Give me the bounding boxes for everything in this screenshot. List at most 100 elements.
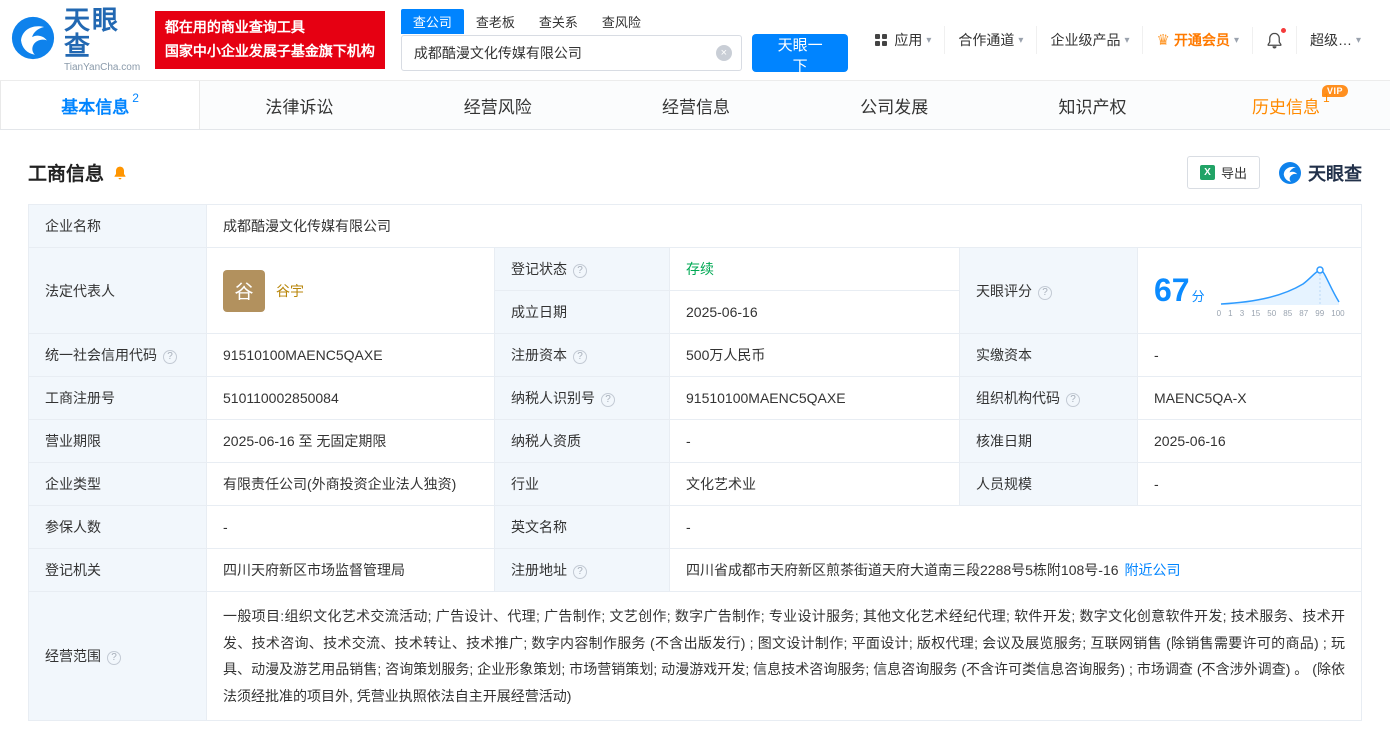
label-approval-date: 核准日期 [959, 419, 1138, 463]
main-content: 工商信息 X 导出 天眼查 企业名称 成都酷漫文化传媒有限公司 法定代表人 谷 … [0, 156, 1390, 745]
tab-legal-proceedings[interactable]: 法律诉讼 [200, 81, 398, 129]
search-tabs: 查公司 查老板 查关系 查风险 [400, 8, 849, 34]
label-industry: 行业 [494, 462, 670, 506]
nav-cooperation[interactable]: 合作通道 ▾ [944, 26, 1036, 54]
nav-super-vip-label: 超级… [1309, 32, 1352, 48]
notification-dot [1279, 26, 1287, 34]
info-icon[interactable]: ? [107, 651, 121, 666]
value-reg-status: 存续 [669, 247, 960, 291]
avatar[interactable]: 谷 [223, 269, 265, 312]
tab-basic-info[interactable]: 基本信息 2 [0, 81, 201, 129]
tianyancha-logo[interactable]: 天眼查 TianYanCha.com [10, 7, 141, 73]
nav-super-vip[interactable]: 超级… ▾ [1295, 26, 1374, 54]
label-insured-count: 参保人数 [28, 505, 207, 549]
label-taxpayer-quality: 纳税人资质 [494, 419, 670, 463]
tab-company-development[interactable]: 公司发展 [795, 81, 993, 129]
value-insured-count: - [206, 505, 495, 549]
info-icon[interactable]: ? [1038, 285, 1052, 300]
value-reg-capital: 500万人民币 [669, 333, 960, 377]
value-taxpayer-id: 91510100MAENC5QAXE [669, 376, 960, 420]
chevron-down-icon: ▾ [1233, 34, 1239, 46]
value-business-term: 2025-06-16 至 无固定期限 [206, 419, 495, 463]
slogan-line1: 都在用的商业查询工具 [164, 19, 305, 36]
brand-watermark-icon [1279, 161, 1301, 184]
info-icon[interactable]: ? [163, 350, 177, 364]
label-reg-status: 登记状态? [494, 247, 670, 291]
label-establish-date: 成立日期 [494, 290, 670, 334]
notification-bell[interactable] [1251, 26, 1296, 54]
value-org-code: MAENC5QA-X [1137, 376, 1362, 420]
tab-operating-info[interactable]: 经营信息 [597, 81, 795, 129]
reg-address-text: 四川省成都市天府新区煎茶街道天府大道南三段2288号5栋附108号-16 [686, 562, 1119, 578]
slogan-line2: 国家中小企业发展子基金旗下机构 [164, 43, 375, 59]
tab-operating-risk-label: 经营风险 [463, 97, 532, 117]
label-score: 天眼评分? [959, 247, 1138, 334]
label-english-name: 英文名称 [494, 505, 670, 549]
label-reg-authority: 登记机关 [28, 548, 207, 592]
value-establish-date: 2025-06-16 [669, 290, 960, 334]
nav-apps-label: 应用 [894, 32, 923, 48]
excel-icon: X [1199, 165, 1215, 180]
value-company-type: 有限责任公司(外商投资企业法人独资) [206, 462, 495, 506]
label-paid-capital: 实缴资本 [959, 333, 1138, 377]
legal-rep-link[interactable]: 谷宇 [276, 281, 304, 301]
logo-subtitle: TianYanCha.com [64, 62, 141, 73]
search-tab-company[interactable]: 查公司 [400, 8, 464, 34]
search-button[interactable]: 天眼一下 [751, 33, 849, 75]
value-staff-size: - [1137, 462, 1362, 506]
tab-operating-info-label: 经营信息 [661, 97, 730, 117]
value-english-name: - [669, 505, 1362, 549]
tianyancha-logo-icon [10, 15, 56, 66]
label-taxpayer-id: 纳税人识别号? [494, 376, 670, 420]
value-score: 67 分 0 1 3 15 50 85 87 99 100 [1137, 247, 1362, 334]
monitor-bell-icon[interactable] [112, 165, 128, 181]
score-number: 67 分 [1154, 272, 1205, 308]
clear-icon[interactable]: × [715, 44, 732, 61]
search-tab-risk[interactable]: 查风险 [590, 9, 653, 34]
value-legal-rep: 谷 谷宇 [206, 247, 495, 334]
export-button[interactable]: X 导出 [1186, 156, 1260, 189]
label-reg-capital: 注册资本? [494, 333, 670, 377]
nav-open-vip[interactable]: ♛ 开通会员 ▾ [1142, 26, 1251, 54]
chevron-down-icon: ▾ [926, 34, 932, 46]
nearby-companies-link[interactable]: 附近公司 [1125, 562, 1181, 578]
info-icon[interactable]: ? [573, 350, 587, 364]
tab-basic-info-badge: 2 [132, 91, 139, 105]
nav-enterprise-products[interactable]: 企业级产品 ▾ [1036, 26, 1142, 54]
chevron-down-icon: ▾ [1355, 34, 1361, 46]
top-nav: 应用 ▾ 合作通道 ▾ 企业级产品 ▾ ♛ 开通会员 ▾ 超级… ▾ [862, 26, 1374, 54]
info-icon[interactable]: ? [1066, 393, 1080, 407]
crown-icon: ♛ [1156, 31, 1170, 49]
tab-basic-info-label: 基本信息 [61, 97, 130, 117]
value-business-scope: 一般项目:组织文化艺术交流活动; 广告设计、代理; 广告制作; 文艺创作; 数字… [206, 590, 1362, 722]
label-credit-code: 统一社会信用代码? [28, 333, 207, 377]
info-icon[interactable]: ? [573, 565, 587, 579]
label-reg-address: 注册地址? [494, 548, 670, 592]
section-tab-bar: 基本信息 2 法律诉讼 经营风险 经营信息 公司发展 知识产权 VIP 历史信息… [0, 80, 1390, 130]
tab-history-info-label: 历史信息 [1251, 97, 1320, 117]
score-chart: 0 1 3 15 50 85 87 99 100 [1217, 264, 1345, 318]
chevron-down-icon: ▾ [1124, 34, 1130, 46]
tab-operating-risk[interactable]: 经营风险 [399, 81, 597, 129]
search-input[interactable] [401, 35, 741, 70]
nav-apps[interactable]: 应用 ▾ [862, 26, 944, 54]
logo-title: 天眼查 [64, 5, 121, 61]
export-button-label: 导出 [1220, 166, 1247, 181]
value-paid-capital: - [1137, 333, 1362, 377]
label-company-type: 企业类型 [28, 462, 207, 506]
tab-intellectual-property[interactable]: 知识产权 [993, 81, 1191, 129]
info-icon[interactable]: ? [573, 264, 587, 278]
search-area: 查公司 查老板 查关系 查风险 × 天眼一下 [400, 8, 849, 75]
business-info-table: 企业名称 成都酷漫文化传媒有限公司 法定代表人 谷 谷宇 登记状态? 存续 天眼… [28, 204, 1362, 722]
search-tab-boss[interactable]: 查老板 [464, 9, 527, 34]
search-tab-relation[interactable]: 查关系 [527, 9, 590, 34]
info-icon[interactable]: ? [601, 393, 615, 407]
tab-intellectual-property-label: 知识产权 [1058, 97, 1127, 117]
reg-status-text: 存续 [686, 261, 714, 277]
label-company-name: 企业名称 [28, 204, 207, 248]
score-axis-ticks: 0 1 3 15 50 85 87 99 100 [1216, 308, 1345, 318]
tab-history-info[interactable]: VIP 历史信息 1 [1192, 81, 1390, 129]
tab-company-development-label: 公司发展 [860, 97, 929, 117]
value-reg-authority: 四川天府新区市场监督管理局 [206, 548, 495, 592]
brand-watermark: 天眼查 [1278, 160, 1362, 186]
